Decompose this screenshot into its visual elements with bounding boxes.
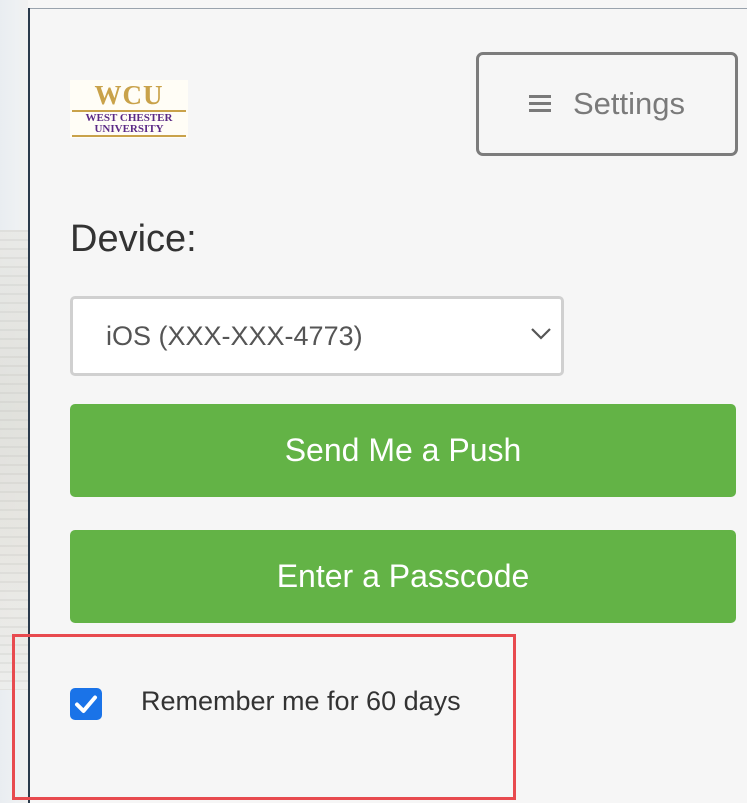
settings-button[interactable]: Settings (476, 52, 738, 156)
hamburger-menu-icon (528, 95, 551, 113)
remember-me-label[interactable]: Remember me for 60 days (141, 686, 461, 717)
device-select-value: iOS (XXX-XXX-4773) (106, 321, 363, 351)
logo-rule-bottom (72, 135, 186, 137)
logo-initials: WCU (94, 80, 164, 110)
enter-passcode-button[interactable]: Enter a Passcode (70, 530, 736, 623)
frame-left-border (28, 8, 30, 803)
device-select[interactable]: iOS (XXX-XXX-4773) (70, 296, 564, 376)
device-label: Device: (70, 218, 197, 260)
background-photo-edge (0, 0, 28, 803)
logo-line-2: UNIVERSITY (94, 123, 164, 135)
remember-me-checkbox[interactable] (70, 688, 102, 720)
duo-prompt-page: WCU WEST CHESTER UNIVERSITY Settings Dev… (0, 0, 747, 803)
settings-label: Settings (572, 86, 685, 121)
wcu-logo: WCU WEST CHESTER UNIVERSITY (70, 80, 188, 138)
checkmark-icon (75, 695, 97, 713)
chevron-down-icon (531, 328, 551, 340)
send-push-button[interactable]: Send Me a Push (70, 404, 736, 497)
